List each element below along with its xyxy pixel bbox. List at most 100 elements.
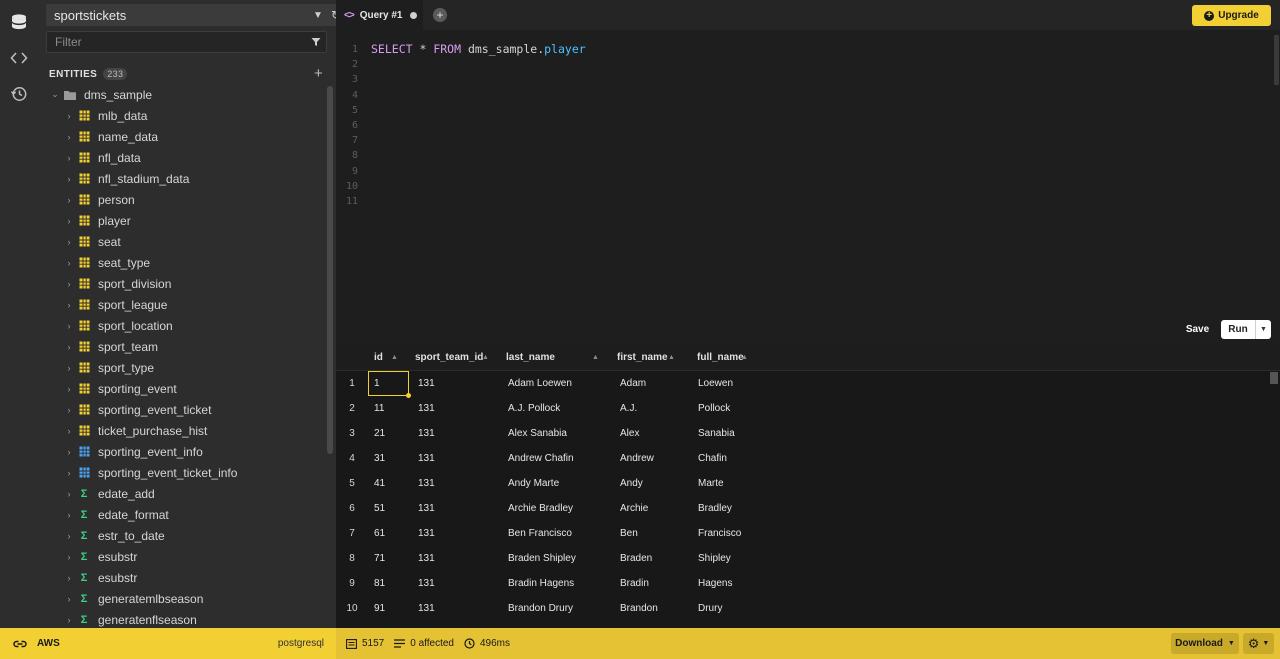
table-row[interactable]: 10 91 131 Brandon Drury Brandon Drury (336, 596, 1280, 621)
entity-item[interactable]: › Σesubstr (37, 546, 327, 567)
entity-item[interactable]: › Σgeneratemlbseason (37, 588, 327, 609)
table-row[interactable]: 9 81 131 Bradin Hagens Bradin Hagens (336, 571, 1280, 596)
entity-item[interactable]: › sport_type (37, 357, 327, 378)
table-row[interactable]: 6 51 131 Archie Bradley Archie Bradley (336, 496, 1280, 521)
entity-item[interactable]: › sport_league (37, 294, 327, 315)
chevron-right-icon[interactable]: › (62, 552, 76, 562)
cell-sport-team-id[interactable]: 131 (418, 421, 435, 446)
table-row[interactable]: 2 11 131 A.J. Pollock A.J. Pollock (336, 396, 1280, 421)
column-header-id[interactable]: id ▲ (374, 344, 398, 371)
sort-icon[interactable]: ▲ (668, 354, 675, 361)
cell-first-name[interactable]: Ben (620, 521, 638, 546)
entity-item[interactable]: › Σesubstr (37, 567, 327, 588)
entity-item[interactable]: › mlb_data (37, 105, 327, 126)
chevron-right-icon[interactable]: › (62, 531, 76, 541)
cell-full-name[interactable]: Bradley (698, 496, 732, 521)
tab-query-1[interactable]: <> Query #1 (336, 0, 423, 30)
entity-item[interactable]: › Σestr_to_date (37, 525, 327, 546)
chevron-right-icon[interactable]: › (62, 174, 76, 184)
sort-icon[interactable]: ▲ (741, 354, 748, 361)
row-number[interactable]: 8 (336, 546, 368, 571)
cell-sport-team-id[interactable]: 131 (418, 596, 435, 621)
caret-down-icon[interactable]: ▼ (309, 10, 327, 21)
new-tab-button[interactable]: + (433, 8, 447, 22)
sort-icon[interactable]: ▲ (592, 354, 599, 361)
chevron-right-icon[interactable]: › (62, 111, 76, 121)
chevron-right-icon[interactable]: › (62, 216, 76, 226)
chevron-right-icon[interactable]: › (62, 384, 76, 394)
chevron-right-icon[interactable]: › (62, 489, 76, 499)
chevron-right-icon[interactable]: › (62, 279, 76, 289)
chevron-down-icon[interactable]: ⌄ (48, 89, 62, 100)
chevron-right-icon[interactable]: › (62, 468, 76, 478)
table-row[interactable]: 4 31 131 Andrew Chafin Andrew Chafin (336, 446, 1280, 471)
settings-button[interactable]: ⚙ ▼ (1243, 633, 1274, 654)
entity-item[interactable]: › nfl_data (37, 147, 327, 168)
chevron-right-icon[interactable]: › (62, 426, 76, 436)
column-header-first-name[interactable]: first_name ▲ (617, 344, 675, 371)
entity-item[interactable]: › name_data (37, 126, 327, 147)
unsaved-dot-icon[interactable] (410, 12, 417, 19)
entity-item[interactable]: › seat_type (37, 252, 327, 273)
filter-icon[interactable] (306, 37, 326, 47)
chevron-right-icon[interactable]: › (62, 258, 76, 268)
entity-item[interactable]: › seat (37, 231, 327, 252)
entity-item[interactable]: › sporting_event_ticket (37, 399, 327, 420)
download-button[interactable]: Download ▼ (1171, 633, 1239, 654)
cell-first-name[interactable]: Brandon (620, 596, 658, 621)
chevron-right-icon[interactable]: › (62, 195, 76, 205)
save-button[interactable]: Save (1180, 320, 1215, 339)
editor-scrollbar[interactable] (1274, 35, 1279, 85)
cell-id[interactable]: 81 (374, 571, 385, 596)
sort-icon[interactable]: ▲ (391, 354, 398, 361)
row-number[interactable]: 6 (336, 496, 368, 521)
entity-item[interactable]: › Σgeneratenflseason (37, 609, 327, 630)
cell-id[interactable]: 11 (374, 396, 384, 421)
cell-full-name[interactable]: Loewen (698, 371, 733, 396)
cell-id[interactable]: 91 (374, 596, 385, 621)
cell-last-name[interactable]: Brandon Drury (508, 596, 573, 621)
cell-full-name[interactable]: Sanabia (698, 421, 735, 446)
chevron-right-icon[interactable]: › (62, 132, 76, 142)
code-line-1[interactable]: SELECT * FROM dms_sample.player (371, 42, 586, 56)
row-number[interactable]: 1 (336, 371, 368, 396)
cell-full-name[interactable]: Francisco (698, 521, 741, 546)
entity-item[interactable]: › sporting_event_ticket_info (37, 462, 327, 483)
cell-full-name[interactable]: Marte (698, 471, 724, 496)
cell-full-name[interactable]: Shipley (698, 546, 731, 571)
row-number[interactable]: 4 (336, 446, 368, 471)
table-row[interactable]: 5 41 131 Andy Marte Andy Marte (336, 471, 1280, 496)
row-number[interactable]: 10 (336, 596, 368, 621)
cell-last-name[interactable]: Adam Loewen (508, 371, 572, 396)
cell-last-name[interactable]: Archie Bradley (508, 496, 573, 521)
entity-item[interactable]: › sport_team (37, 336, 327, 357)
cell-last-name[interactable]: Andy Marte (508, 471, 559, 496)
cell-sport-team-id[interactable]: 131 (418, 371, 435, 396)
code-icon[interactable] (0, 40, 37, 76)
cell-first-name[interactable]: Andrew (620, 446, 654, 471)
chevron-right-icon[interactable]: › (62, 321, 76, 331)
cell-last-name[interactable]: Alex Sanabia (508, 421, 567, 446)
entity-item[interactable]: › sport_division (37, 273, 327, 294)
cell-id[interactable]: 21 (374, 421, 385, 446)
cell-id[interactable]: 71 (374, 546, 385, 571)
entity-item[interactable]: › player (37, 210, 327, 231)
entity-item[interactable]: › person (37, 189, 327, 210)
table-row[interactable]: 1 1 131 Adam Loewen Adam Loewen (336, 371, 1280, 396)
cell-sport-team-id[interactable]: 131 (418, 396, 435, 421)
row-number[interactable]: 7 (336, 521, 368, 546)
chevron-right-icon[interactable]: › (62, 447, 76, 457)
entity-item[interactable]: › Σedate_format (37, 504, 327, 525)
database-icon[interactable] (0, 4, 37, 40)
cell-sport-team-id[interactable]: 131 (418, 571, 435, 596)
table-row[interactable]: 7 61 131 Ben Francisco Ben Francisco (336, 521, 1280, 546)
entity-item[interactable]: › sport_location (37, 315, 327, 336)
grid-scrollbar[interactable] (1270, 372, 1278, 384)
run-button[interactable]: Run ▼ (1221, 320, 1271, 339)
column-header-sport-team-id[interactable]: sport_team_id ▲ (415, 344, 489, 371)
schema-node[interactable]: ⌄ dms_sample (37, 84, 327, 105)
entity-item[interactable]: › ticket_purchase_hist (37, 420, 327, 441)
cell-sport-team-id[interactable]: 131 (418, 521, 435, 546)
chevron-right-icon[interactable]: › (62, 300, 76, 310)
chevron-right-icon[interactable]: › (62, 153, 76, 163)
